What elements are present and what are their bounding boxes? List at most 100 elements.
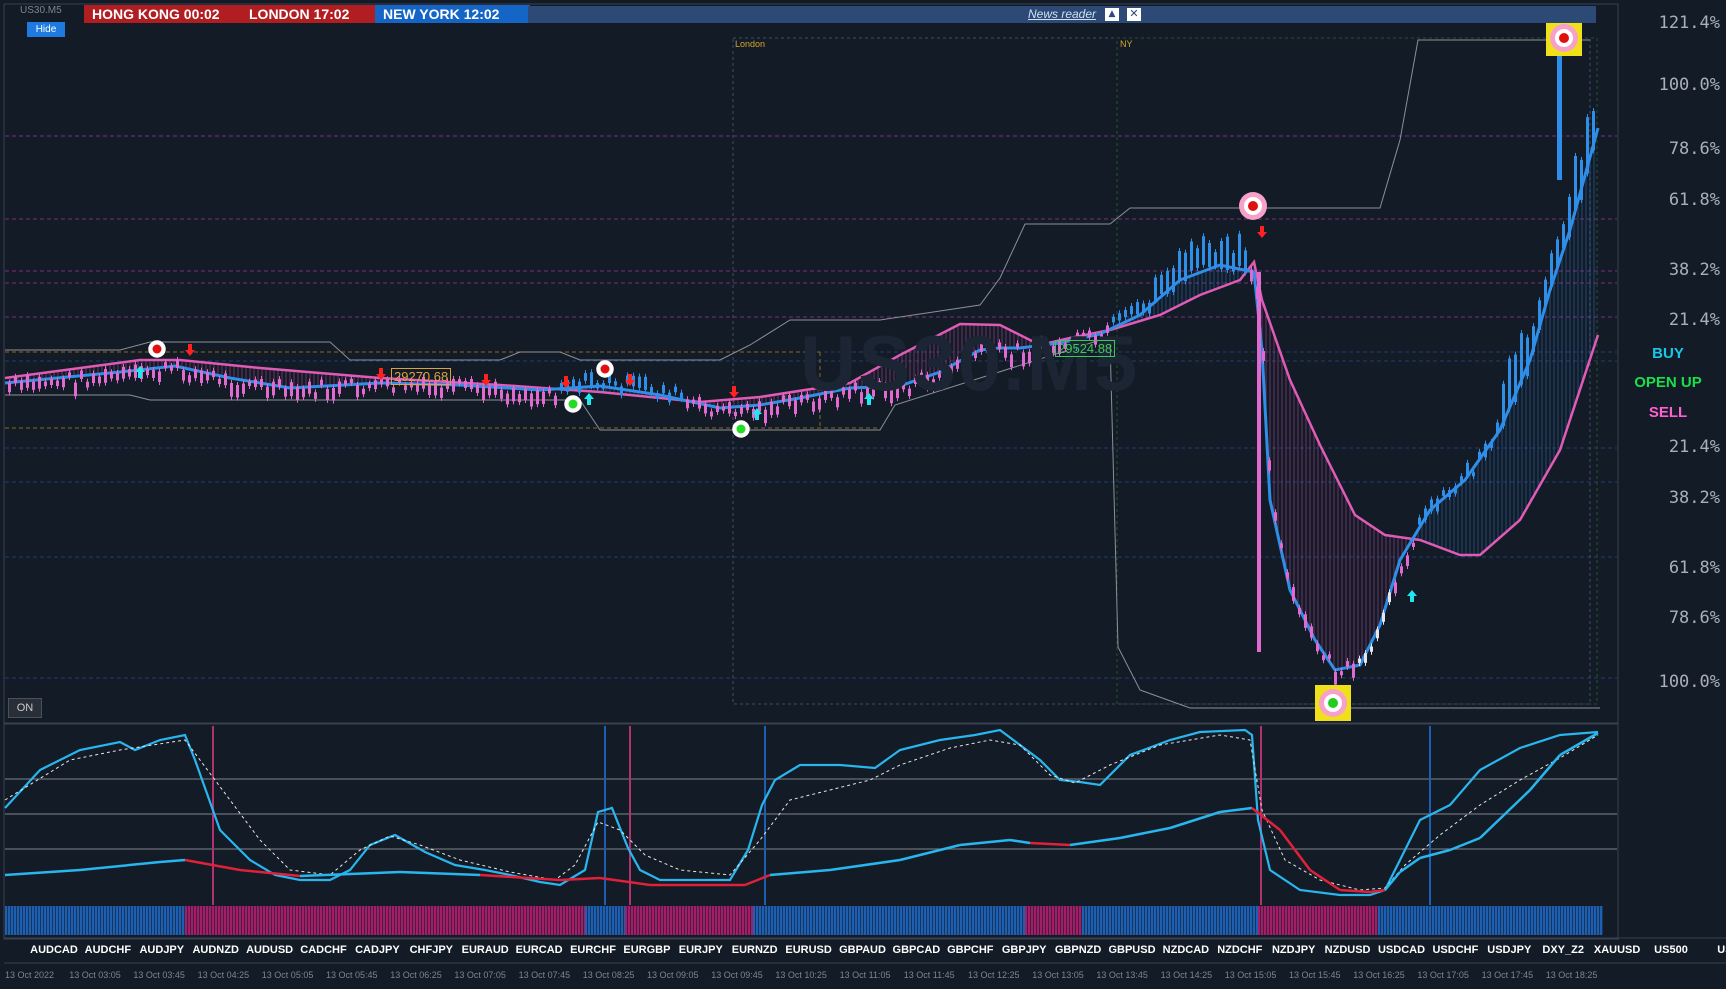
strength-bar	[1531, 906, 1534, 935]
strength-bar	[1294, 906, 1297, 935]
buy-dot-icon-core	[736, 424, 746, 434]
strength-bar	[1546, 906, 1549, 935]
candle	[674, 386, 677, 393]
strength-bar	[248, 906, 251, 935]
candle	[1424, 508, 1427, 521]
strength-bar	[852, 906, 855, 935]
oscillator-line-secondary	[399, 870, 481, 877]
strength-bar	[359, 906, 362, 935]
candle	[92, 373, 95, 384]
candle	[1310, 626, 1313, 638]
time-label: 13 Oct 13:05	[1032, 970, 1084, 980]
news-reader-link[interactable]: News reader	[528, 6, 1596, 23]
strength-bar	[625, 906, 628, 935]
pair-button-cadjpy[interactable]: CADJPY	[351, 944, 403, 956]
pair-button-gbpusd[interactable]: GBPUSD	[1106, 944, 1158, 956]
strength-bar	[1438, 906, 1441, 935]
pair-button-euraud[interactable]: EURAUD	[459, 944, 511, 956]
pair-button-audnzd[interactable]: AUDNZD	[190, 944, 242, 956]
pair-button-nzdchf[interactable]: NZDCHF	[1214, 944, 1266, 956]
strength-bar	[1109, 906, 1112, 935]
strength-bar	[1184, 906, 1187, 935]
strength-bar	[1220, 906, 1223, 935]
strength-bar	[649, 906, 652, 935]
strength-bar	[1351, 906, 1354, 935]
strength-bar	[479, 906, 482, 935]
down-arrow-icon	[1257, 226, 1267, 238]
oscillator-line-secondary	[1309, 868, 1341, 892]
pair-button-eurcad[interactable]: EURCAD	[513, 944, 565, 956]
strength-bar	[1408, 906, 1411, 935]
strength-bar	[1465, 906, 1468, 935]
pair-button-nzdcad[interactable]: NZDCAD	[1160, 944, 1212, 956]
hong-kong-clock: HONG KONG 00:02	[84, 5, 243, 23]
pair-button-usdchf[interactable]: USDCHF	[1429, 944, 1481, 956]
time-label: 13 Oct 12:25	[968, 970, 1020, 980]
time-label: 13 Oct 07:05	[454, 970, 506, 980]
candle	[1268, 460, 1271, 471]
strength-bar	[990, 906, 993, 935]
candle	[1364, 653, 1367, 663]
pair-button-us500[interactable]: US500	[1645, 944, 1697, 956]
pair-button-audusd[interactable]: AUDUSD	[244, 944, 296, 956]
candle	[68, 372, 71, 377]
candle	[1154, 277, 1157, 301]
strength-bar	[104, 906, 107, 935]
pair-button-eurusd[interactable]: EURUSD	[783, 944, 835, 956]
pair-button-gbpjpy[interactable]: GBPJPY	[998, 944, 1050, 956]
pair-button-gbpchf[interactable]: GBPCHF	[944, 944, 996, 956]
strength-bar	[230, 906, 233, 935]
pair-button-cadchf[interactable]: CADCHF	[298, 944, 350, 956]
strength-bar	[404, 906, 407, 935]
strength-bar	[1378, 906, 1381, 935]
hide-button[interactable]: Hide	[27, 22, 65, 37]
close-icon[interactable]: ✕	[1127, 8, 1141, 21]
strength-bar	[431, 906, 434, 935]
candle	[224, 373, 227, 386]
pair-button-gbpcad[interactable]: GBPCAD	[890, 944, 942, 956]
strength-bar	[383, 906, 386, 935]
strength-bar	[909, 906, 912, 935]
candle	[1520, 333, 1523, 385]
strength-bar	[996, 906, 999, 935]
candle	[344, 380, 347, 385]
pair-button-us[interactable]: US	[1699, 944, 1726, 956]
pair-button-gbpaud[interactable]: GBPAUD	[837, 944, 889, 956]
pair-button-nzdjpy[interactable]: NZDJPY	[1268, 944, 1320, 956]
strength-bar	[646, 906, 649, 935]
collapse-icon[interactable]: ▲	[1105, 8, 1119, 21]
candle	[506, 393, 509, 405]
oscillator-line-secondary	[1069, 836, 1121, 847]
pair-button-audcad[interactable]: AUDCAD	[28, 944, 80, 956]
candle	[218, 378, 221, 385]
pair-button-usdcad[interactable]: USDCAD	[1376, 944, 1428, 956]
pair-button-usdjpy[interactable]: USDJPY	[1483, 944, 1535, 956]
strength-bar	[597, 906, 600, 935]
strength-bar	[1444, 906, 1447, 935]
strength-bar	[1088, 906, 1091, 935]
strength-bar	[251, 906, 254, 935]
strength-bar	[1393, 906, 1396, 935]
up-arrow-icon	[1407, 590, 1417, 602]
oscillator-line-secondary	[1279, 829, 1311, 871]
pair-button-eurgbp[interactable]: EURGBP	[621, 944, 673, 956]
strength-bar	[1034, 906, 1037, 935]
chart-canvas[interactable]	[0, 0, 1726, 989]
strength-bar	[591, 906, 594, 935]
pair-button-audchf[interactable]: AUDCHF	[82, 944, 134, 956]
strength-bar	[1579, 906, 1582, 935]
pair-button-nzdusd[interactable]: NZDUSD	[1322, 944, 1374, 956]
pair-button-chfjpy[interactable]: CHFJPY	[405, 944, 457, 956]
pair-button-gbpnzd[interactable]: GBPNZD	[1052, 944, 1104, 956]
pair-button-eurnzd[interactable]: EURNZD	[729, 944, 781, 956]
strength-bar	[188, 906, 191, 935]
pair-button-eurjpy[interactable]: EURJPY	[675, 944, 727, 956]
pair-button-dxy_z2[interactable]: DXY_Z2	[1537, 944, 1589, 956]
pair-button-xauusd[interactable]: XAUUSD	[1591, 944, 1643, 956]
oscillator-line-secondary	[599, 876, 651, 887]
pair-button-audjpy[interactable]: AUDJPY	[136, 944, 188, 956]
candle	[200, 370, 203, 383]
on-toggle-button[interactable]: ON	[8, 698, 42, 718]
pair-button-eurchf[interactable]: EURCHF	[567, 944, 619, 956]
strength-bar	[703, 906, 706, 935]
